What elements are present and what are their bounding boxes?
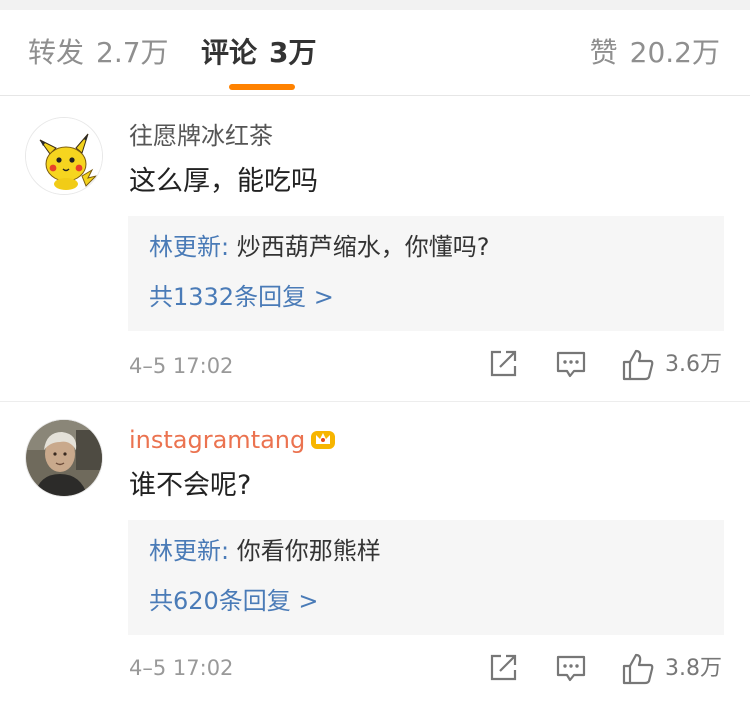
reply-preview-line: 林更新: 你看你那熊样 [149, 536, 381, 566]
comment-username[interactable]: 往愿牌冰红茶 [129, 121, 273, 151]
reply-author[interactable]: 林更新: [149, 537, 229, 565]
share-icon [490, 654, 517, 681]
reply-preview-box[interactable]: 林更新: 炒西葫芦缩水，你懂吗? 共1332条回复 > [128, 216, 724, 331]
tab-likes-count: 20.2万 [629, 36, 720, 69]
reply-preview-box[interactable]: 林更新: 你看你那熊样 共620条回复 > [128, 520, 724, 635]
like-count: 3.8万 [665, 656, 722, 681]
comment-icon [556, 655, 586, 682]
tab-forward-count: 2.7万 [96, 36, 169, 69]
active-tab-indicator [229, 84, 295, 90]
tab-comments-count: 3万 [269, 36, 317, 69]
view-replies-link[interactable]: 共620条回复 > [149, 586, 319, 616]
thumbs-up-icon [622, 653, 654, 685]
tab-comments[interactable]: 评论 3万 [201, 36, 317, 70]
comment-item: instagramtang 谁不会呢? 林更新: 你看你那熊样 共620条回复 … [0, 403, 750, 708]
tab-bar: 转发 2.7万 评论 3万 赞 20.2万 [0, 10, 750, 96]
reply-button[interactable] [555, 652, 587, 684]
tab-likes-label: 赞 [589, 36, 618, 69]
top-strip [0, 0, 750, 10]
reply-text: 你看你那熊样 [229, 537, 381, 565]
comment-timestamp: 4–5 17:02 [129, 656, 234, 680]
thumbs-up-icon [622, 349, 654, 381]
comment-username-text: instagramtang [129, 426, 306, 454]
comment-text: 这么厚，能吃吗 [129, 166, 318, 197]
pikachu-avatar[interactable] [25, 117, 103, 195]
share-button[interactable] [487, 348, 519, 380]
crown-badge-icon [309, 426, 337, 459]
tab-forward[interactable]: 转发 2.7万 [28, 36, 169, 70]
tab-comments-label: 评论 [201, 36, 258, 69]
reply-button[interactable] [555, 348, 587, 380]
tab-forward-label: 转发 [28, 36, 85, 69]
reply-author[interactable]: 林更新: [149, 233, 229, 261]
comment-username[interactable]: instagramtang [129, 425, 337, 459]
share-icon [490, 350, 517, 377]
reply-preview-line: 林更新: 炒西葫芦缩水，你懂吗? [149, 232, 489, 262]
person-photo-avatar[interactable] [25, 419, 103, 497]
view-replies-link[interactable]: 共1332条回复 > [149, 282, 334, 312]
comment-timestamp: 4–5 17:02 [129, 354, 234, 378]
comment-icon [556, 351, 586, 378]
share-button[interactable] [487, 652, 519, 684]
comment-item: 往愿牌冰红茶 这么厚，能吃吗 林更新: 炒西葫芦缩水，你懂吗? 共1332条回复… [0, 97, 750, 402]
comment-text: 谁不会呢? [129, 470, 252, 501]
reply-text: 炒西葫芦缩水，你懂吗? [229, 233, 490, 261]
like-count: 3.6万 [665, 352, 722, 377]
tab-likes[interactable]: 赞 20.2万 [590, 36, 720, 70]
